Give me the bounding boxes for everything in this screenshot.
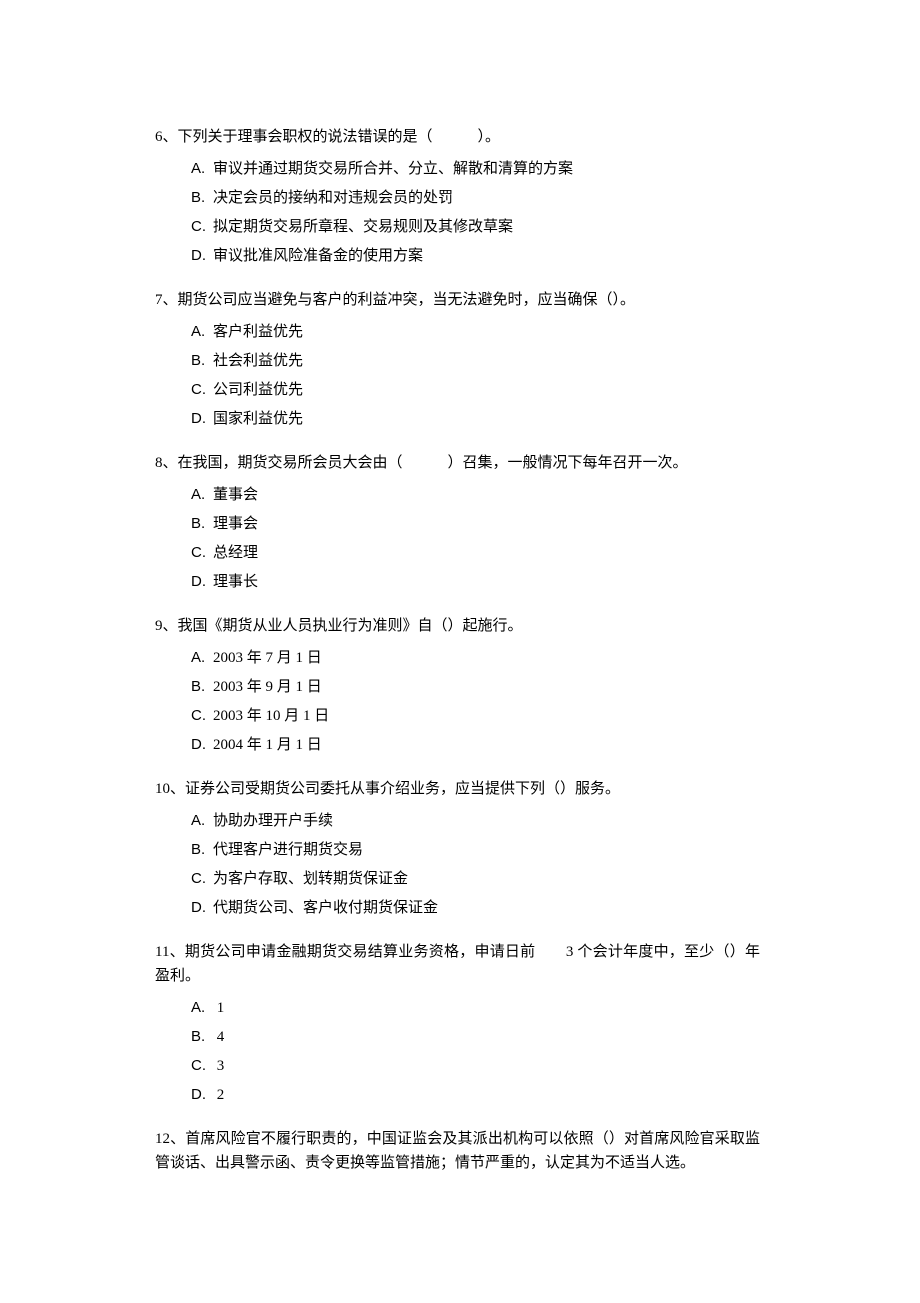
option-item: B.社会利益优先 [191,349,760,373]
option-text: 总经理 [213,545,258,561]
question-9: 9、我国《期货从业人员执业行为准则》自（）起施行。 A.2003 年 7 月 1 … [155,614,760,757]
question-stem: 6、下列关于理事会职权的说法错误的是（ ）。 [155,125,760,149]
option-letter: B. [191,186,209,210]
option-text: 代理客户进行期货交易 [213,842,363,858]
option-text: 审议批准风险准备金的使用方案 [213,248,423,264]
option-letter: D. [191,733,209,757]
option-letter: A. [191,157,209,181]
option-item: B.决定会员的接纳和对违规会员的处罚 [191,186,760,210]
option-text: 理事长 [213,574,258,590]
option-text: 协助办理开户手续 [213,813,333,829]
options-list: A.审议并通过期货交易所合并、分立、解散和清算的方案B.决定会员的接纳和对违规会… [155,157,760,268]
option-letter: A. [191,996,209,1020]
option-item: D.代期货公司、客户收付期货保证金 [191,896,760,920]
option-letter: D. [191,896,209,920]
question-stem: 7、期货公司应当避免与客户的利益冲突，当无法避免时，应当确保（）。 [155,288,760,312]
option-item: D.理事长 [191,570,760,594]
option-text: 董事会 [213,487,258,503]
option-text: 2 [213,1087,224,1103]
option-letter: C. [191,1054,209,1078]
option-text: 国家利益优先 [213,411,303,427]
question-12: 12、首席风险官不履行职责的，中国证监会及其派出机构可以依照（）对首席风险官采取… [155,1127,760,1175]
option-item: D.审议批准风险准备金的使用方案 [191,244,760,268]
option-item: D. 2 [191,1083,760,1107]
option-letter: B. [191,1025,209,1049]
options-list: A. 1B. 4C. 3D. 2 [155,996,760,1107]
option-letter: D. [191,1083,209,1107]
option-letter: C. [191,704,209,728]
option-item: C.公司利益优先 [191,378,760,402]
option-item: B.代理客户进行期货交易 [191,838,760,862]
option-item: C. 3 [191,1054,760,1078]
question-stem: 9、我国《期货从业人员执业行为准则》自（）起施行。 [155,614,760,638]
option-text: 2003 年 10 月 1 日 [213,708,329,724]
question-stem: 10、证券公司受期货公司委托从事介绍业务，应当提供下列（）服务。 [155,777,760,801]
option-item: D.国家利益优先 [191,407,760,431]
option-text: 为客户存取、划转期货保证金 [213,871,408,887]
option-item: A.审议并通过期货交易所合并、分立、解散和清算的方案 [191,157,760,181]
option-letter: C. [191,378,209,402]
option-text: 社会利益优先 [213,353,303,369]
document-page: 6、下列关于理事会职权的说法错误的是（ ）。A.审议并通过期货交易所合并、分立、… [0,0,920,1303]
question-8: 8、在我国，期货交易所会员大会由（ ）召集，一般情况下每年召开一次。A.董事会B… [155,451,760,594]
option-letter: D. [191,244,209,268]
question-stem: 12、首席风险官不履行职责的，中国证监会及其派出机构可以依照（）对首席风险官采取… [155,1127,760,1175]
option-item: B.2003 年 9 月 1 日 [191,675,760,699]
option-item: A.董事会 [191,483,760,507]
option-item: C.2003 年 10 月 1 日 [191,704,760,728]
option-letter: B. [191,675,209,699]
option-text: 3 [213,1058,224,1074]
option-item: B. 4 [191,1025,760,1049]
question-7: 7、期货公司应当避免与客户的利益冲突，当无法避免时，应当确保（）。 A.客户利益优… [155,288,760,431]
question-6: 6、下列关于理事会职权的说法错误的是（ ）。 A.审议并通过期货交易所合并、分立、… [155,125,760,268]
option-letter: A. [191,483,209,507]
option-item: C.总经理 [191,541,760,565]
option-item: A. 1 [191,996,760,1020]
question-10: 10、证券公司受期货公司委托从事介绍业务，应当提供下列（）服务。 A.协助办理开户… [155,777,760,920]
option-letter: C. [191,867,209,891]
option-letter: D. [191,570,209,594]
option-letter: D. [191,407,209,431]
option-text: 拟定期货交易所章程、交易规则及其修改草案 [213,219,513,235]
option-item: B.理事会 [191,512,760,536]
question-stem: 11、期货公司申请金融期货交易结算业务资格，申请日前 3 个会计年度中，至少（）… [155,940,760,988]
questions-container: 6、下列关于理事会职权的说法错误的是（ ）。A.审议并通过期货交易所合并、分立、… [155,125,760,1175]
option-item: D.2004 年 1 月 1 日 [191,733,760,757]
option-item: A.协助办理开户手续 [191,809,760,833]
option-item: A.2003 年 7 月 1 日 [191,646,760,670]
option-item: A.客户利益优先 [191,320,760,344]
option-text: 1 [213,1000,224,1016]
option-item: C.为客户存取、划转期货保证金 [191,867,760,891]
option-item: C.拟定期货交易所章程、交易规则及其修改草案 [191,215,760,239]
option-text: 审议并通过期货交易所合并、分立、解散和清算的方案 [213,161,573,177]
options-list: A.2003 年 7 月 1 日B.2003 年 9 月 1 日C.2003 年… [155,646,760,757]
option-letter: B. [191,512,209,536]
option-letter: B. [191,838,209,862]
option-letter: A. [191,809,209,833]
option-letter: C. [191,541,209,565]
options-list: A.客户利益优先B.社会利益优先C.公司利益优先D.国家利益优先 [155,320,760,431]
option-text: 2003 年 7 月 1 日 [213,650,322,666]
question-stem: 8、在我国，期货交易所会员大会由（ ）召集，一般情况下每年召开一次。 [155,451,760,475]
option-letter: A. [191,646,209,670]
option-text: 决定会员的接纳和对违规会员的处罚 [213,190,453,206]
option-letter: B. [191,349,209,373]
option-text: 理事会 [213,516,258,532]
question-11: 11、期货公司申请金融期货交易结算业务资格，申请日前 3 个会计年度中，至少（）… [155,940,760,1107]
option-text: 客户利益优先 [213,324,303,340]
option-text: 4 [213,1029,224,1045]
option-text: 2003 年 9 月 1 日 [213,679,322,695]
option-letter: A. [191,320,209,344]
options-list: A.协助办理开户手续B.代理客户进行期货交易C.为客户存取、划转期货保证金D.代… [155,809,760,920]
options-list: A.董事会B.理事会C.总经理D.理事长 [155,483,760,594]
option-text: 公司利益优先 [213,382,303,398]
option-text: 2004 年 1 月 1 日 [213,737,322,753]
option-letter: C. [191,215,209,239]
option-text: 代期货公司、客户收付期货保证金 [213,900,438,916]
